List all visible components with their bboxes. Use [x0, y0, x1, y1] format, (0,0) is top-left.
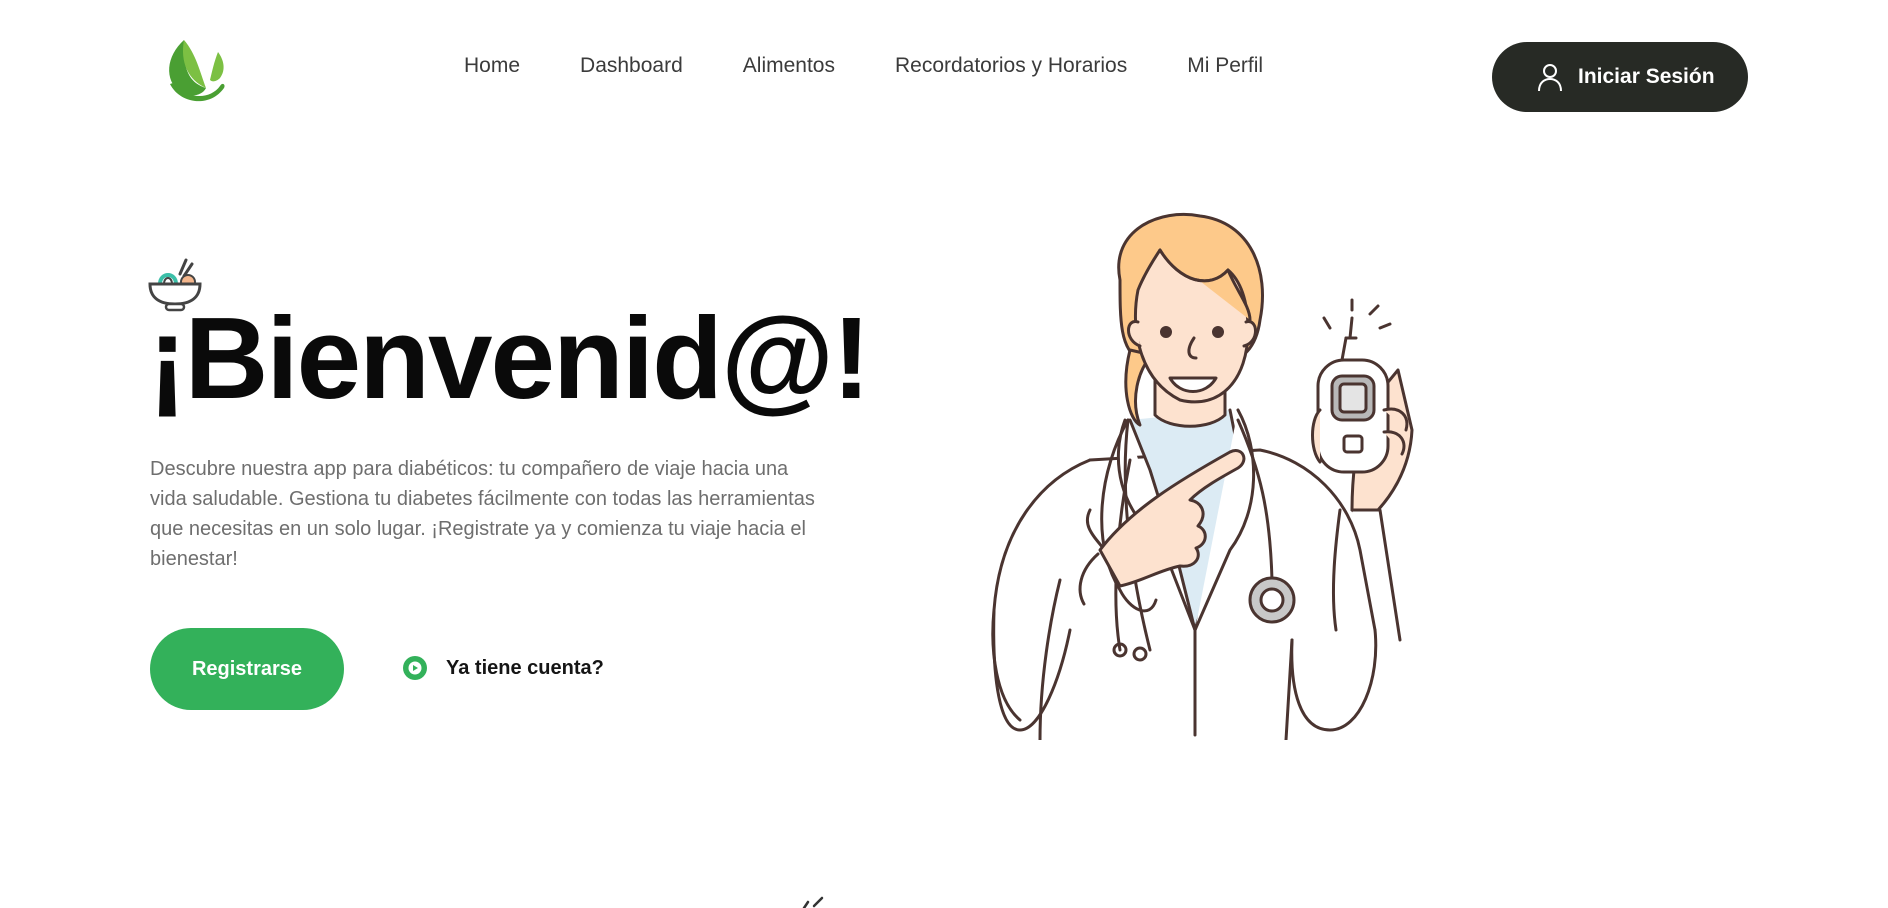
hero-title: ¡Bienvenid@!	[148, 293, 871, 423]
register-button-label: Registrarse	[191, 657, 303, 680]
login-button-label: Iniciar Sesión	[1578, 65, 1715, 88]
register-button[interactable]: Registrarse	[150, 628, 344, 710]
already-have-account-link[interactable]: Ya tiene cuenta?	[402, 655, 604, 681]
play-circle-icon	[403, 656, 427, 680]
login-button[interactable]: Iniciar Sesión	[1492, 42, 1748, 112]
decorative-mark-icon	[802, 896, 824, 908]
doctor-with-glucometer-illustration	[991, 212, 1414, 740]
nav-item-mi-perfil[interactable]: Mi Perfil	[1187, 52, 1263, 80]
already-have-account-label: Ya tiene cuenta?	[446, 656, 604, 679]
nav-item-home[interactable]: Home	[464, 52, 520, 80]
hero-description: Descubre nuestra app para diabéticos: tu…	[150, 458, 815, 570]
user-icon	[1538, 64, 1562, 92]
nav-item-alimentos[interactable]: Alimentos	[743, 52, 835, 80]
nav-item-recordatorios[interactable]: Recordatorios y Horarios	[895, 52, 1127, 80]
leaf-logo-icon[interactable]	[160, 36, 232, 106]
nav-item-dashboard[interactable]: Dashboard	[580, 52, 683, 80]
main-nav: Home Dashboard Alimentos Recordatorios y…	[464, 52, 1263, 80]
